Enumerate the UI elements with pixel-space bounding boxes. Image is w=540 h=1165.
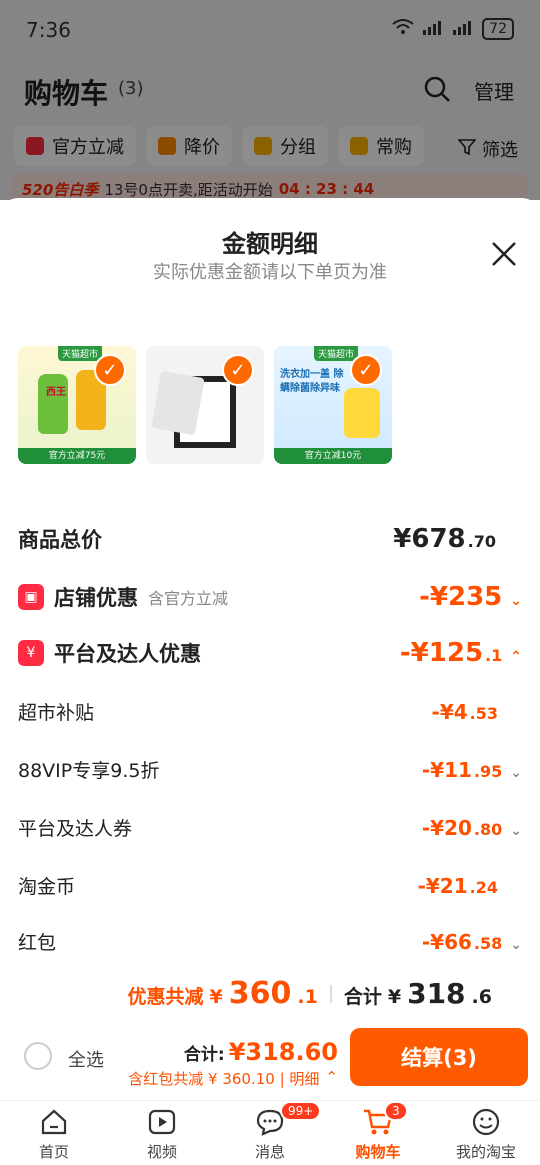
checkout-total-value: ¥318.60 — [228, 1038, 338, 1066]
product-bottom-tag: 官方立减10元 — [274, 448, 392, 464]
summary-total-value: 318 — [407, 977, 466, 1010]
select-all-label[interactable]: 全选 — [68, 1046, 104, 1072]
oil-bottle-image — [38, 374, 68, 434]
cart-badge: 3 — [384, 1101, 408, 1121]
product-thumbnails: 天猫超市 西王 官方立减75元 ✓ ✓ 天猫超市 洗衣加一盖 除螨除菌除异味 官… — [18, 346, 392, 464]
select-all-radio[interactable] — [24, 1042, 52, 1070]
product-bottom-tag: 官方立减75元 — [18, 448, 136, 464]
amount-detail-sheet: 金额明细 实际优惠金额请以下单页为准 天猫超市 西王 官方立减75元 ✓ ✓ 天… — [0, 198, 540, 1098]
profile-icon — [469, 1105, 503, 1139]
tab-messages[interactable]: 99+ 消息 — [216, 1101, 324, 1165]
store-discount-note: 含官方立减 — [148, 589, 229, 608]
tab-profile[interactable]: 我的淘宝 — [432, 1101, 540, 1165]
bottom-tab-bar: 首页 视频 99+ 消息 3 购物车 我的淘宝 — [0, 1100, 540, 1165]
discount-item-row: 超市补贴 -¥4.53 — [18, 699, 498, 725]
sheet-title: 金额明细 — [222, 230, 318, 258]
chevron-up-icon: ⌃ — [325, 1068, 338, 1086]
total-price-row: 商品总价 ¥678.70 — [18, 524, 522, 554]
tab-home[interactable]: 首页 — [0, 1101, 108, 1165]
product-badge: 天猫超市 — [58, 346, 103, 361]
home-icon — [37, 1105, 71, 1139]
summary-line: 优惠共减 ¥ 360.1 合计 ¥ 318.6 — [127, 976, 492, 1011]
total-price-value: ¥678.70 — [393, 524, 496, 554]
discount-item-row[interactable]: 88VIP专享9.5折 -¥11.95 ⌄ — [18, 756, 522, 783]
store-discount-value: -¥235 ⌄ — [419, 582, 522, 612]
product-badge: 天猫超市 — [314, 346, 359, 361]
chevron-up-icon: ⌃ — [510, 649, 522, 665]
chevron-down-icon: ⌄ — [510, 822, 522, 839]
product-brand: 西王 — [46, 387, 66, 398]
platform-discount-row[interactable]: ¥ 平台及达人优惠 -¥125.1 ⌃ — [18, 638, 522, 668]
selected-check-icon[interactable]: ✓ — [222, 354, 254, 386]
product-thumbnail[interactable]: 天猫超市 西王 官方立减75元 ✓ — [18, 346, 136, 464]
sheet-subtitle: 实际优惠金额请以下单页为准 — [153, 262, 387, 283]
summary-divider — [329, 985, 332, 1003]
summary-total-label: 合计 — [343, 986, 382, 1008]
chevron-down-icon: ⌄ — [510, 593, 522, 609]
store-discount-label: 店铺优惠 — [54, 586, 138, 610]
store-icon: ▣ — [18, 584, 44, 610]
selected-check-icon[interactable]: ✓ — [350, 354, 382, 386]
selected-check-icon[interactable]: ✓ — [94, 354, 126, 386]
total-price-label: 商品总价 — [18, 528, 102, 552]
saving-value: 360 — [228, 976, 292, 1011]
checkout-bar: 全选 合计: ¥318.60 含红包共减 ¥ 360.10 | 明细 ⌃ 结算(… — [0, 1020, 540, 1100]
tab-cart[interactable]: 3 购物车 — [324, 1101, 432, 1165]
dim-overlay[interactable] — [0, 0, 540, 200]
message-badge: 99+ — [280, 1101, 322, 1121]
saving-label: 优惠共减 — [127, 986, 204, 1008]
close-icon[interactable] — [490, 240, 518, 268]
checkout-button[interactable]: 结算(3) — [350, 1028, 528, 1086]
checkout-total: 合计: ¥318.60 — [183, 1038, 338, 1066]
video-icon — [145, 1105, 179, 1139]
discount-item-row[interactable]: 平台及达人券 -¥20.80 ⌄ — [18, 814, 522, 841]
discount-item-row[interactable]: 红包 -¥66.58 ⌄ — [18, 928, 522, 955]
tab-video[interactable]: 视频 — [108, 1101, 216, 1165]
chevron-down-icon: ⌄ — [510, 764, 522, 781]
detergent-bottle-image — [344, 388, 380, 438]
product-slogan: 洗衣加一盖 除螨除菌除异味 — [280, 369, 344, 394]
coupon-icon: ¥ — [18, 640, 44, 666]
discount-item-row: 淘金币 -¥21.24 — [18, 873, 498, 899]
product-thumbnail[interactable]: 天猫超市 洗衣加一盖 除螨除菌除异味 官方立减10元 ✓ — [274, 346, 392, 464]
platform-discount-value: -¥125.1 ⌃ — [399, 638, 522, 668]
chevron-down-icon: ⌄ — [510, 936, 522, 953]
store-discount-row[interactable]: ▣ 店铺优惠 含官方立减 -¥235 ⌄ — [18, 582, 522, 612]
checkout-detail-link[interactable]: 含红包共减 ¥ 360.10 | 明细 ⌃ — [128, 1068, 338, 1089]
product-thumbnail[interactable]: ✓ — [146, 346, 264, 464]
platform-discount-label: 平台及达人优惠 — [54, 642, 201, 666]
